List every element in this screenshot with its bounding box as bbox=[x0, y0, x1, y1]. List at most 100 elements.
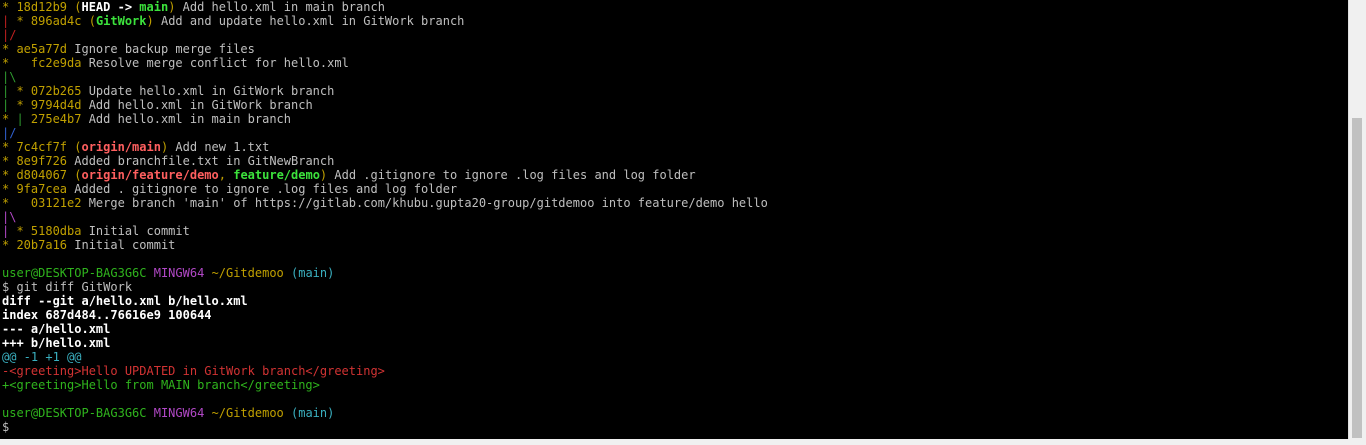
terminal-line: * 9fa7cea Added . gitignore to ignore .l… bbox=[0, 182, 1349, 196]
terminal-text: 072b265 bbox=[30, 84, 89, 98]
terminal-text: MINGW64 bbox=[153, 266, 212, 280]
terminal-line: |\ bbox=[0, 70, 1349, 84]
terminal-text: |/ bbox=[2, 28, 17, 42]
terminal-text: Add hello.xml in GitWork branch bbox=[88, 98, 313, 112]
terminal-line: |/ bbox=[0, 126, 1349, 140]
terminal-text: origin/feature/demo bbox=[81, 168, 219, 182]
terminal-text: fc2e9da bbox=[30, 56, 89, 70]
terminal-text: | bbox=[2, 224, 17, 238]
terminal-text: @@ -1 +1 @@ bbox=[2, 350, 82, 364]
terminal-line: * ae5a77d Ignore backup merge files bbox=[0, 42, 1349, 56]
terminal-text: * bbox=[2, 56, 31, 70]
terminal-text: Add and update hello.xml in GitWork bran… bbox=[160, 14, 465, 28]
terminal-line: * 7c4cf7f (origin/main) Add new 1.txt bbox=[0, 140, 1349, 154]
terminal-line: user@DESKTOP-BAG3G6C MINGW64 ~/Gitdemoo … bbox=[0, 266, 1349, 280]
terminal-line: index 687d484..76616e9 100644 bbox=[0, 308, 1349, 322]
terminal-line: * 18d12b9 (HEAD -> main) Add hello.xml i… bbox=[0, 0, 1349, 14]
terminal-text: --- a/hello.xml bbox=[2, 322, 111, 336]
terminal-line: diff --git a/hello.xml b/hello.xml bbox=[0, 294, 1349, 308]
terminal-line: +<greeting>Hello from MAIN branch</greet… bbox=[0, 378, 1349, 392]
terminal-line: * 03121e2 Merge branch 'main' of https:/… bbox=[0, 196, 1349, 210]
terminal-text: ) bbox=[168, 0, 183, 14]
terminal-text: Merge branch 'main' of https://gitlab.co… bbox=[88, 196, 768, 210]
terminal-line: -<greeting>Hello UPDATED in GitWork bran… bbox=[0, 364, 1349, 378]
terminal-text: Add .gitignore to ignore .log files and … bbox=[334, 168, 696, 182]
terminal-line: * 20b7a16 Initial commit bbox=[0, 238, 1349, 252]
terminal-text: 9794d4d bbox=[30, 98, 89, 112]
terminal-line: | * 5180dba Initial commit bbox=[0, 224, 1349, 238]
terminal-text: index 687d484..76616e9 100644 bbox=[2, 308, 212, 322]
terminal-line: --- a/hello.xml bbox=[0, 322, 1349, 336]
terminal-line: +++ b/hello.xml bbox=[0, 336, 1349, 350]
terminal-text: MINGW64 bbox=[153, 406, 212, 420]
terminal-line: * d804067 (origin/feature/demo, feature/… bbox=[0, 168, 1349, 182]
terminal-text: ~/Gitdemoo bbox=[211, 406, 291, 420]
terminal-text: Add hello.xml in main branch bbox=[88, 112, 291, 126]
terminal-text: * bbox=[2, 238, 17, 252]
terminal-text: * bbox=[16, 98, 31, 112]
terminal-text: |\ bbox=[2, 70, 17, 84]
terminal-text: ) bbox=[319, 168, 335, 182]
terminal-text: * bbox=[2, 140, 17, 154]
terminal-line: * | 275e4b7 Add hello.xml in main branch bbox=[0, 112, 1349, 126]
terminal-text: $ bbox=[2, 420, 10, 434]
terminal-line: |\ bbox=[0, 210, 1349, 224]
terminal-text: ae5a77d bbox=[16, 42, 75, 56]
terminal-text: 20b7a16 bbox=[16, 238, 75, 252]
terminal-text: 9fa7cea bbox=[16, 182, 75, 196]
vertical-scrollbar[interactable] bbox=[1348, 0, 1366, 439]
terminal-text: Added . gitignore to ignore .log files a… bbox=[74, 182, 458, 196]
terminal-text: 275e4b7 bbox=[30, 112, 89, 126]
terminal-text: | bbox=[2, 14, 17, 28]
terminal-text: +<greeting>Hello from MAIN branch</greet… bbox=[2, 378, 320, 392]
terminal-text: 18d12b9 bbox=[16, 0, 75, 14]
terminal-text: * bbox=[2, 112, 17, 126]
terminal-line: user@DESKTOP-BAG3G6C MINGW64 ~/Gitdemoo … bbox=[0, 406, 1349, 420]
terminal-text: | bbox=[2, 84, 17, 98]
terminal-text: +++ b/hello.xml bbox=[2, 336, 111, 350]
terminal-line: $ bbox=[0, 420, 1349, 434]
terminal-text: diff --git a/hello.xml b/hello.xml bbox=[2, 294, 248, 308]
terminal-text: ) bbox=[160, 140, 176, 154]
terminal-text: |\ bbox=[2, 210, 17, 224]
terminal-text: , bbox=[218, 168, 234, 182]
terminal-line: $ git diff GitWork bbox=[0, 280, 1349, 294]
terminal-text: * bbox=[2, 154, 17, 168]
terminal-text: (main) bbox=[291, 266, 335, 280]
horizontal-scrollbar[interactable] bbox=[0, 439, 1366, 445]
terminal-text: Resolve merge conflict for hello.xml bbox=[88, 56, 349, 70]
terminal-text: feature/demo bbox=[233, 168, 320, 182]
terminal-text: ~/Gitdemoo bbox=[211, 266, 291, 280]
terminal-text: Ignore backup merge files bbox=[74, 42, 255, 56]
terminal-text: 5180dba bbox=[30, 224, 89, 238]
terminal-text: 8e9f726 bbox=[16, 154, 75, 168]
terminal-text: * bbox=[16, 14, 31, 28]
terminal-text: 896ad4c bbox=[30, 14, 89, 28]
terminal-text: $ git diff GitWork bbox=[2, 280, 133, 294]
terminal-text: | bbox=[2, 98, 17, 112]
terminal-text: Add hello.xml in main branch bbox=[182, 0, 385, 14]
terminal-text: Initial commit bbox=[88, 224, 190, 238]
terminal-text: main bbox=[139, 0, 169, 14]
terminal-text: user@DESKTOP-BAG3G6C bbox=[2, 406, 154, 420]
terminal-text: user@DESKTOP-BAG3G6C bbox=[2, 266, 154, 280]
terminal-text: (main) bbox=[291, 406, 335, 420]
terminal-output[interactable]: * 18d12b9 (HEAD -> main) Add hello.xml i… bbox=[0, 0, 1349, 439]
terminal-text: | bbox=[16, 112, 31, 126]
terminal-text: * bbox=[2, 0, 17, 14]
terminal-text: Added branchfile.txt in GitNewBranch bbox=[74, 154, 335, 168]
terminal-line: | * 072b265 Update hello.xml in GitWork … bbox=[0, 84, 1349, 98]
terminal-line: | * 896ad4c (GitWork) Add and update hel… bbox=[0, 14, 1349, 28]
terminal-text: -<greeting>Hello UPDATED in GitWork bran… bbox=[2, 364, 385, 378]
scrollbar-thumb[interactable] bbox=[1352, 118, 1362, 438]
terminal-text: * bbox=[16, 224, 31, 238]
terminal-text: * bbox=[2, 196, 31, 210]
terminal-text: ( bbox=[88, 14, 96, 28]
terminal-line: |/ bbox=[0, 28, 1349, 42]
terminal-text: GitWork bbox=[95, 14, 147, 28]
terminal-line: @@ -1 +1 @@ bbox=[0, 350, 1349, 364]
terminal-text: 03121e2 bbox=[30, 196, 89, 210]
terminal-text: Initial commit bbox=[74, 238, 176, 252]
